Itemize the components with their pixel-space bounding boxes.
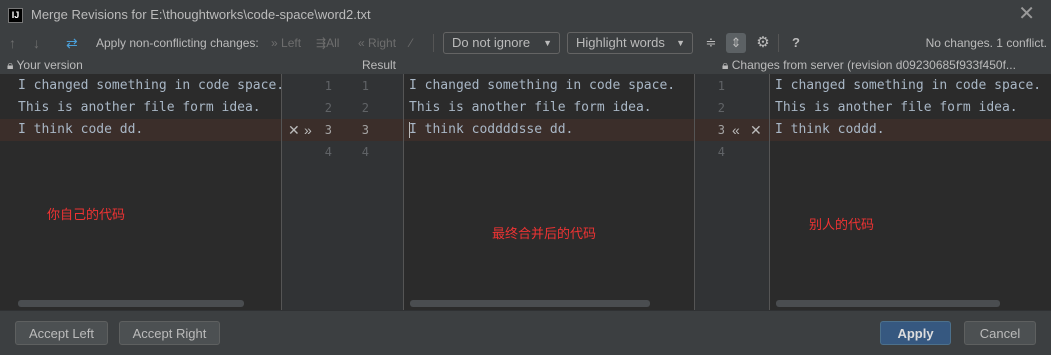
sync-scroll-icon[interactable]: ⇕ (726, 33, 746, 53)
code-line: I changed something in code space. (409, 78, 676, 93)
arrow-up-icon[interactable]: ↑ (9, 30, 16, 56)
line-number: 2 (324, 101, 332, 115)
apply-non-conflicting-label: Apply non-conflicting changes: (96, 36, 259, 50)
apply-button[interactable]: Apply (880, 321, 951, 345)
ignore-whitespace-value: Do not ignore (452, 35, 531, 50)
accept-right-change-icon[interactable]: « (732, 119, 740, 141)
code-line: This is another file form idea. (18, 100, 261, 115)
double-chevron-left-icon: « (358, 36, 365, 50)
result-editor[interactable]: I changed something in code space. This … (404, 74, 694, 310)
gear-icon[interactable]: ⚙ (753, 33, 773, 53)
intellij-logo-icon: IJ (8, 8, 23, 23)
right-editor[interactable]: I changed something in code space. This … (770, 74, 1051, 310)
result-annotation: 最终合并后的代码 (492, 226, 597, 241)
code-line: This is another file form idea. (409, 100, 652, 115)
left-header: 🔒︎ Your version (7, 58, 83, 73)
magic-resolve-icon[interactable]: ⇄ (66, 30, 78, 56)
line-number: 4 (361, 145, 369, 159)
right-header: 🔒︎ Changes from server (revision d092306… (722, 58, 1016, 73)
arrow-down-icon[interactable]: ↓ (33, 30, 40, 56)
right-gutter: 1 2 3 4 « ✕ (695, 74, 769, 310)
right-annotation: 别人的代码 (809, 217, 875, 232)
right-header-label: Changes from server (revision d09230685f… (731, 58, 1016, 72)
lock-icon: 🔒︎ (722, 58, 729, 72)
code-line: I changed something in code space. (775, 78, 1042, 93)
horizontal-scrollbar[interactable] (410, 300, 650, 307)
line-number: 1 (361, 79, 369, 93)
highlight-mode-select[interactable]: Highlight words ▼ (567, 32, 693, 54)
title-bar: IJ Merge Revisions for E:\thoughtworks\c… (0, 0, 1051, 30)
left-editor[interactable]: I changed something in code space. This … (0, 74, 281, 310)
collapse-unchanged-icon[interactable]: ≑ (701, 33, 721, 53)
toolbar-separator (778, 34, 779, 52)
line-number: 4 (717, 145, 725, 159)
code-line-conflict: I think coddd. (770, 119, 885, 141)
left-header-label: Your version (16, 58, 83, 72)
apply-right-label: Right (368, 36, 397, 50)
magic-wand-icon[interactable]: ⁄ (410, 30, 412, 56)
line-number: 3 (361, 123, 369, 137)
help-icon[interactable]: ? (786, 33, 806, 53)
code-line-text: I think coddd. (775, 122, 885, 137)
code-line-conflict: I think coddddsse dd. (404, 119, 573, 141)
window-title: Merge Revisions for E:\thoughtworks\code… (31, 7, 371, 22)
line-number: 1 (324, 79, 332, 93)
merge-status: No changes. 1 conflict. (925, 36, 1047, 50)
cancel-button[interactable]: Cancel (964, 321, 1036, 345)
caret-down-icon: ▼ (543, 38, 552, 48)
horizontal-scrollbar[interactable] (18, 300, 244, 307)
lock-icon: 🔒︎ (7, 58, 14, 72)
left-annotation: 你自己的代码 (47, 207, 126, 222)
code-line: This is another file form idea. (775, 100, 1018, 115)
line-number: 2 (361, 101, 369, 115)
toolbar-separator (433, 34, 434, 52)
apply-left-button[interactable]: » Left (271, 30, 301, 56)
double-chevron-right-icon: » (271, 36, 278, 50)
code-line: I changed something in code space. (18, 78, 281, 93)
apply-all-button[interactable]: ⇶All (316, 30, 339, 56)
code-line-text: I think coddddsse dd. (409, 122, 574, 137)
apply-right-button[interactable]: « Right (358, 30, 396, 56)
apply-all-label: All (326, 36, 340, 50)
accept-left-button[interactable]: Accept Left (15, 321, 108, 345)
accept-left-change-icon[interactable]: » (304, 119, 312, 141)
code-line-conflict: I think code dd. (0, 119, 143, 141)
pane-headers: 🔒︎ Your version Result 🔒︎ Changes from s… (0, 56, 1051, 74)
line-number: 4 (324, 145, 332, 159)
apply-left-label: Left (281, 36, 302, 50)
highlight-mode-value: Highlight words (576, 35, 665, 50)
close-icon[interactable]: ✕ (1018, 3, 1035, 25)
caret-down-icon: ▼ (676, 38, 685, 48)
dialog-footer: Accept Left Accept Right Apply Cancel (0, 310, 1051, 355)
line-number: 2 (717, 101, 725, 115)
ignore-whitespace-select[interactable]: Do not ignore ▼ (443, 32, 560, 54)
result-header: Result (362, 58, 397, 72)
code-line-text: I think code dd. (18, 122, 144, 137)
double-chevron-split-icon: ⇶ (316, 36, 327, 50)
left-gutter: 1 2 3 4 1 2 3 4 ✕ » (282, 74, 403, 310)
merge-editors: I changed something in code space. This … (0, 74, 1051, 310)
accept-right-button[interactable]: Accept Right (119, 321, 220, 345)
toolbar: ↑ ↓ ⇄ Apply non-conflicting changes: » L… (0, 30, 1051, 56)
text-cursor (409, 122, 410, 138)
horizontal-scrollbar[interactable] (776, 300, 1000, 307)
line-number: 3 (717, 123, 725, 137)
line-number: 1 (717, 79, 725, 93)
ignore-right-change-icon[interactable]: ✕ (750, 119, 762, 141)
ignore-left-change-icon[interactable]: ✕ (288, 119, 300, 141)
